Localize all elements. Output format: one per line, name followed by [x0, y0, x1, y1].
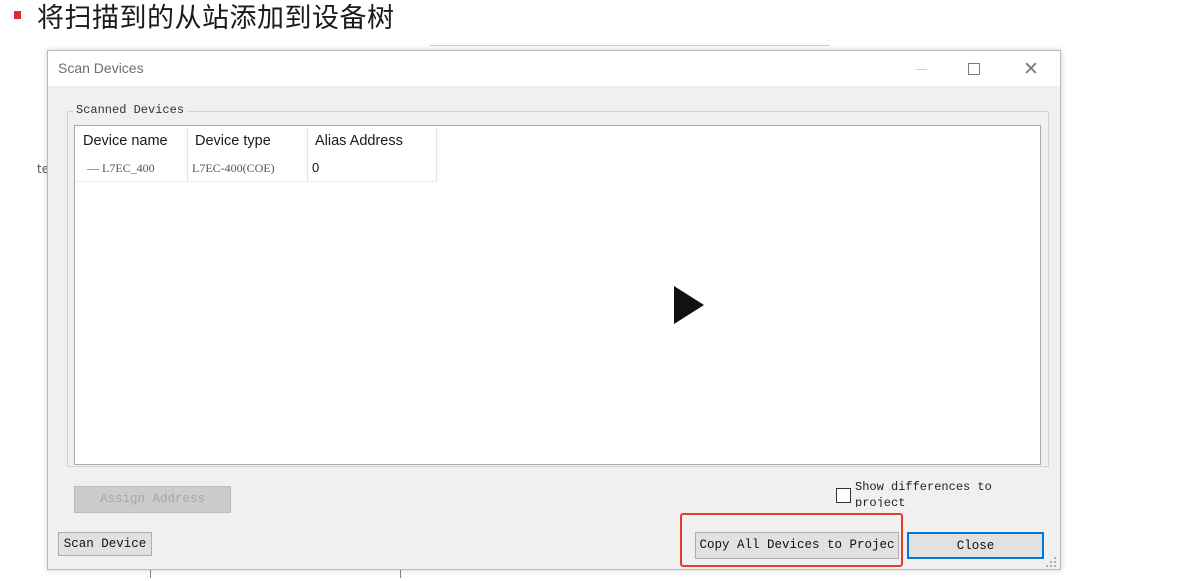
column-header-device-type[interactable]: Device type: [187, 126, 307, 156]
bullet-icon: [14, 11, 21, 19]
close-button[interactable]: Close: [907, 532, 1044, 559]
slide-title: 将扫描到的从站添加到设备树: [37, 3, 395, 34]
column-header-device-name[interactable]: Device name: [75, 126, 187, 156]
show-differences-label: Show differences to project: [855, 480, 992, 507]
column-header-alias-address[interactable]: Alias Address: [307, 126, 435, 156]
scan-devices-dialog: Scan Devices ✕ Scanned Devices Device na…: [47, 50, 1061, 570]
play-icon[interactable]: [674, 286, 704, 324]
row-divider: [75, 181, 436, 182]
dialog-titlebar: Scan Devices ✕: [48, 51, 1060, 86]
background-line: [430, 45, 830, 46]
column-separator: [307, 128, 308, 182]
column-separator: [436, 128, 437, 182]
dialog-title: Scan Devices: [58, 60, 144, 76]
device-type-cell: L7EC-400(COE): [192, 161, 275, 175]
device-list[interactable]: Device name Device type Alias Address — …: [74, 125, 1041, 465]
maximize-icon[interactable]: [951, 51, 997, 86]
scan-device-button[interactable]: Scan Device: [58, 532, 152, 556]
column-separator: [187, 128, 188, 182]
group-label: Scanned Devices: [73, 103, 188, 117]
highlight-box: [680, 513, 903, 567]
resize-grip-icon[interactable]: [1045, 556, 1057, 568]
minimize-icon[interactable]: [898, 51, 944, 86]
close-icon[interactable]: ✕: [1008, 51, 1054, 86]
alias-address-cell: 0: [312, 160, 320, 175]
assign-address-button[interactable]: Assign Address: [74, 486, 231, 513]
show-differences-checkbox[interactable]: [836, 488, 851, 503]
device-name-cell: — L7EC_400: [87, 161, 155, 175]
